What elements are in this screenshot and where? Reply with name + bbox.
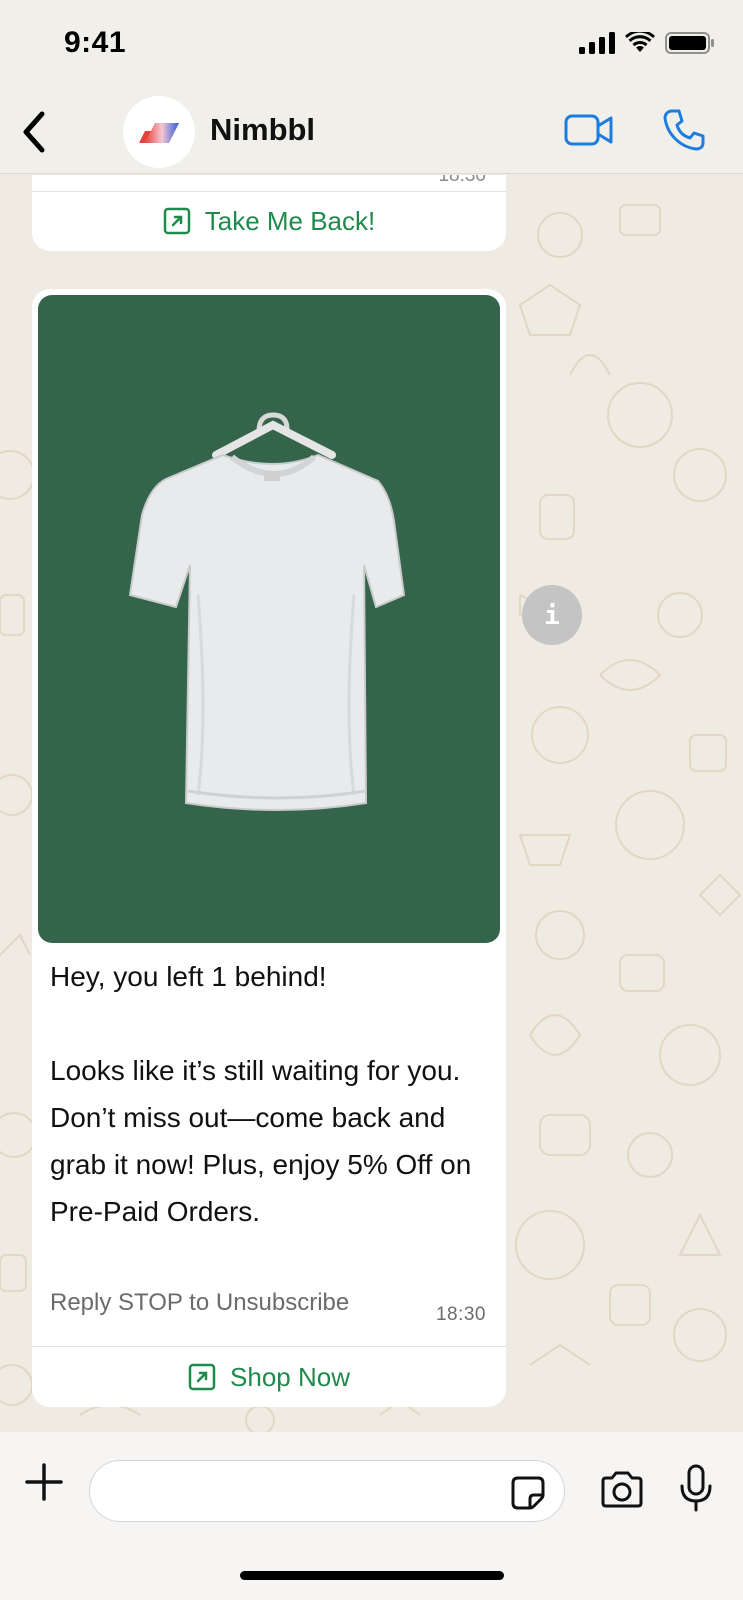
back-button[interactable] — [14, 108, 54, 156]
chat-area[interactable]: 18:30 Take Me Back! Hey, you left 1 behi… — [0, 175, 743, 1432]
battery-icon — [665, 32, 714, 54]
video-call-icon — [564, 114, 613, 146]
message-time: 18:30 — [435, 1304, 486, 1325]
shop-now-button[interactable]: Shop Now — [32, 1347, 506, 1407]
microphone-button[interactable] — [676, 1462, 716, 1514]
status-time: 9:41 — [64, 26, 127, 59]
avatar[interactable] — [123, 96, 195, 168]
plus-icon — [25, 1463, 63, 1501]
signal-icon — [579, 32, 615, 54]
message-composer — [0, 1432, 743, 1600]
message-input[interactable] — [110, 1469, 490, 1513]
contact-name[interactable]: Nimbbl — [210, 112, 315, 148]
take-me-back-button[interactable]: Take Me Back! — [32, 191, 506, 251]
chat-header: Nimbbl — [0, 92, 743, 174]
sticker-icon — [511, 1476, 545, 1510]
message-body: Looks like it’s still waiting for you. D… — [50, 1055, 472, 1227]
video-call-button[interactable] — [562, 110, 616, 150]
message-bubble: Hey, you left 1 behind! Looks like it’s … — [32, 289, 506, 1407]
message-text: Hey, you left 1 behind! Looks like it’s … — [50, 953, 490, 1235]
wifi-icon — [625, 32, 655, 52]
product-image[interactable] — [38, 295, 500, 943]
status-bar: 9:41 — [0, 0, 743, 92]
info-icon: i — [544, 601, 560, 630]
info-button[interactable]: i — [522, 585, 582, 645]
message-input-wrapper — [89, 1460, 565, 1522]
external-link-icon — [163, 207, 190, 235]
home-indicator — [240, 1571, 504, 1580]
tshirt-image — [128, 412, 406, 811]
sticker-button[interactable] — [508, 1473, 548, 1513]
take-me-back-label: Take Me Back! — [204, 205, 376, 236]
message-time: 18:30 — [438, 175, 486, 186]
camera-button[interactable] — [598, 1468, 646, 1512]
chevron-left-icon — [23, 111, 45, 153]
previous-message-bubble: 18:30 Take Me Back! — [32, 175, 506, 251]
message-heading: Hey, you left 1 behind! — [50, 961, 327, 992]
external-link-icon — [188, 1363, 216, 1391]
message-footer: Reply STOP to Unsubscribe — [50, 1289, 350, 1316]
voice-call-button[interactable] — [660, 106, 708, 154]
svg-text:i: i — [544, 601, 560, 630]
attach-button[interactable] — [20, 1458, 68, 1506]
camera-icon — [601, 1471, 643, 1508]
shop-now-label: Shop Now — [230, 1361, 350, 1392]
status-icons — [579, 32, 715, 54]
nimbbl-logo-icon — [139, 123, 179, 143]
microphone-icon — [680, 1464, 712, 1512]
phone-call-icon — [663, 109, 705, 151]
